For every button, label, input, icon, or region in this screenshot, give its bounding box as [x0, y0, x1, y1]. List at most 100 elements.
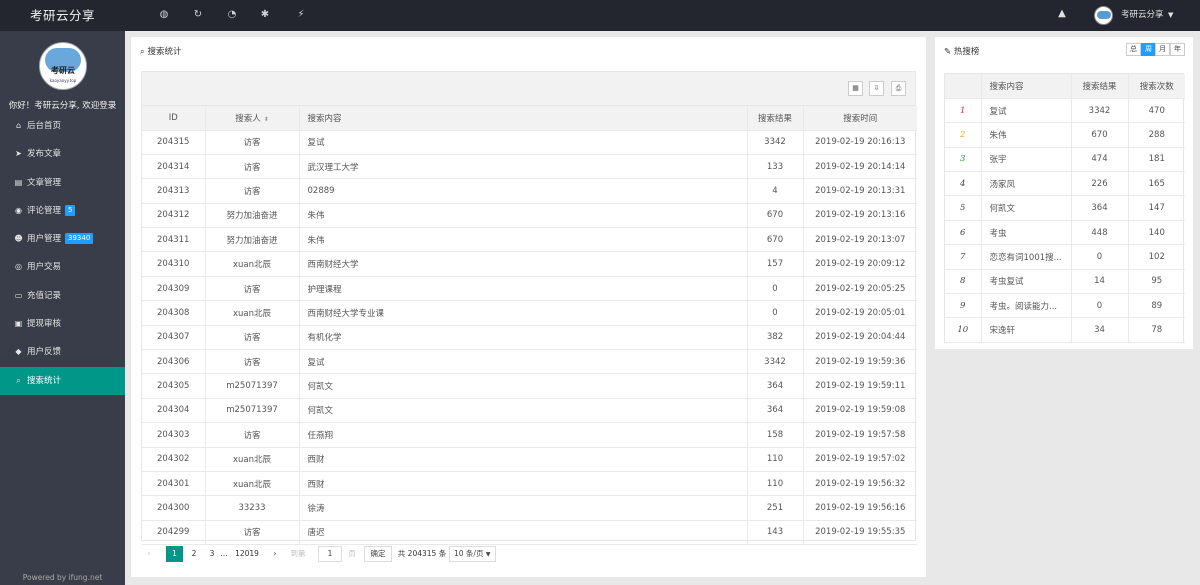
table-row[interactable]: 204315 访客 复试 3342 2019-02-19 20:16:13	[142, 130, 917, 155]
caret-down-icon[interactable]: ▼	[1168, 0, 1173, 31]
avatar[interactable]	[1094, 6, 1113, 25]
cell-time: 2019-02-19 20:14:14	[803, 154, 917, 180]
sort-icon[interactable]: ⬍	[264, 116, 269, 123]
hot-count: 181	[1128, 147, 1185, 173]
cell-time: 2019-02-19 20:13:16	[803, 203, 917, 229]
warning-icon[interactable]: ▲	[1055, 8, 1069, 22]
col-header-result[interactable]: 搜索结果	[747, 106, 804, 131]
table-row[interactable]: 204308 xuan北辰 西南财经大学专业课 0 2019-02-19 20:05:0…	[142, 300, 917, 326]
table-row[interactable]: 204304 m25071397 何凯文 364 2019-02-19 19:59:08	[142, 398, 917, 424]
sidebar-item-3[interactable]: ◉ 评论管理 5	[0, 197, 125, 225]
top-bar: 考研云分享 ◍ ↻ ◔ ✱ ⚡ ▲ 考研云分享 ▼	[0, 0, 1200, 31]
hot-result: 474	[1071, 147, 1129, 173]
logo-subtext: kaoyanyy.top	[49, 78, 77, 83]
goto-page-input[interactable]: 1	[318, 546, 342, 562]
hot-tab-0[interactable]: 总	[1126, 43, 1141, 56]
hot-row[interactable]: 4 汤家凤 226 165	[945, 171, 1185, 197]
cell-user: 访客	[205, 349, 300, 375]
table-row[interactable]: 204314 访客 武汉理工大学 133 2019-02-19 20:14:14	[142, 154, 917, 180]
cell-user: m25071397	[205, 398, 300, 424]
sidebar-item-0[interactable]: ⌂ 后台首页	[0, 112, 125, 140]
page-2[interactable]: 2	[187, 546, 201, 562]
sidebar-item-4[interactable]: ☻ 用户管理 39340	[0, 225, 125, 253]
hot-row[interactable]: 3 张宇 474 181	[945, 147, 1185, 173]
cell-id: 204304	[142, 398, 206, 424]
search-table: ID 搜索人 ⬍ 搜索内容 搜索结果 搜索时间 204315 访客 复试 3342 201…	[142, 106, 917, 546]
bullhorn-icon: ◆	[15, 347, 22, 357]
table-row[interactable]: 204313 访客 02889 4 2019-02-19 20:13:31	[142, 178, 917, 204]
table-row[interactable]: 204310 xuan北辰 西南财经大学 157 2019-02-19 20:09:12	[142, 251, 917, 277]
table-row[interactable]: 204307 访客 有机化学 382 2019-02-19 20:04:44	[142, 325, 917, 351]
goto-confirm-button[interactable]: 确定	[364, 546, 392, 562]
hot-row[interactable]: 9 考虫。阅读能力... 0 89	[945, 293, 1185, 319]
table-row[interactable]: 204309 访客 护理课程 0 2019-02-19 20:05:25	[142, 276, 917, 302]
sidebar-item-7[interactable]: ▣ 提现审核	[0, 310, 125, 338]
sidebar-item-1[interactable]: ➤ 发布文章	[0, 140, 125, 168]
refresh-icon[interactable]: ↻	[191, 8, 205, 22]
cell-user: 努力加油奋进	[205, 227, 300, 253]
globe-icon[interactable]: ◍	[157, 8, 171, 22]
cell-result: 670	[747, 203, 804, 229]
table-toolbar: ▦ ⇩ ⎙	[142, 72, 915, 106]
user-menu-name[interactable]: 考研云分享	[1121, 0, 1164, 31]
next-page-icon[interactable]: ›	[269, 546, 281, 562]
sidebar-item-2[interactable]: ▤ 文章管理	[0, 169, 125, 197]
cell-result: 0	[747, 276, 804, 302]
table-row[interactable]: 204303 访客 任燕翔 158 2019-02-19 19:57:58	[142, 422, 917, 448]
hot-content: 朱伟	[981, 122, 1072, 148]
print-icon[interactable]: ⎙	[891, 81, 906, 96]
col-header-content[interactable]: 搜索内容	[299, 106, 748, 131]
sidebar-item-5[interactable]: ◎ 用户交易	[0, 253, 125, 281]
prev-page-icon[interactable]: ‹	[144, 546, 154, 562]
columns-icon[interactable]: ▦	[848, 81, 863, 96]
brand-title[interactable]: 考研云分享	[0, 0, 125, 31]
table-row[interactable]: 204302 xuan北辰 西财 110 2019-02-19 19:57:02	[142, 447, 917, 472]
hot-col-rank	[945, 74, 982, 99]
cell-content: 何凯文	[299, 373, 748, 399]
page-last[interactable]: 12019	[233, 546, 261, 562]
gear-icon[interactable]: ✱	[258, 8, 272, 22]
sidebar-item-9[interactable]: ⌕ 搜索统计	[0, 366, 125, 395]
col-header-id[interactable]: ID	[142, 106, 206, 131]
table-row[interactable]: 204305 m25071397 何凯文 364 2019-02-19 19:59:11	[142, 373, 917, 399]
cell-content: 西南财经大学	[299, 251, 748, 277]
page-1[interactable]: 1	[166, 546, 183, 562]
sidebar-item-8[interactable]: ◆ 用户反馈	[0, 338, 125, 366]
hot-row[interactable]: 1 复试 3342 470	[945, 98, 1185, 124]
col-header-time[interactable]: 搜索时间	[803, 106, 917, 131]
table-row[interactable]: 204311 努力加油奋进 朱伟 670 2019-02-19 20:13:07	[142, 227, 917, 253]
hot-row[interactable]: 2 朱伟 670 288	[945, 122, 1185, 148]
hot-row[interactable]: 6 考虫 448 140	[945, 220, 1185, 246]
pencil-icon: ✎	[944, 47, 952, 57]
hot-tab-3[interactable]: 年	[1170, 43, 1185, 56]
table-row[interactable]: 204306 访客 复试 3342 2019-02-19 19:59:36	[142, 349, 917, 375]
hot-row[interactable]: 8 考虫复试 14 95	[945, 269, 1185, 295]
hot-tab-2[interactable]: 月	[1155, 43, 1170, 56]
sidebar-item-6[interactable]: ▭ 充值记录	[0, 282, 125, 310]
dashboard-icon[interactable]: ◔	[225, 8, 239, 22]
table-row[interactable]: 204301 xuan北辰 西财 110 2019-02-19 19:56:32	[142, 471, 917, 497]
page-3[interactable]: 3	[205, 546, 219, 562]
hot-row[interactable]: 5 何凯文 364 147	[945, 195, 1185, 221]
col-header-user[interactable]: 搜索人 ⬍	[205, 106, 300, 131]
powered-by[interactable]: Powered by ifung.net	[0, 573, 125, 582]
eye-icon: ◎	[15, 262, 22, 272]
per-page-select[interactable]: 10 条/页 ▼	[449, 546, 496, 562]
table-row[interactable]: 204312 努力加油奋进 朱伟 670 2019-02-19 20:13:16	[142, 203, 917, 229]
hot-tab-1[interactable]: 周	[1141, 43, 1156, 56]
export-icon[interactable]: ⇩	[869, 81, 884, 96]
hot-row[interactable]: 7 恋恋有词1001搜... 0 102	[945, 244, 1185, 270]
hot-row[interactable]: 10 宋逸轩 34 78	[945, 317, 1185, 343]
cell-user: 访客	[205, 178, 300, 204]
cell-user: 努力加油奋进	[205, 203, 300, 229]
cell-content: 武汉理工大学	[299, 154, 748, 180]
cell-time: 2019-02-19 20:05:25	[803, 276, 917, 302]
sidebar-item-label: 用户反馈	[27, 347, 62, 358]
plug-icon[interactable]: ⚡	[294, 8, 308, 22]
table-row[interactable]: 204299 访客 唐迟 143 2019-02-19 19:55:35	[142, 520, 917, 546]
cell-time: 2019-02-19 20:04:44	[803, 325, 917, 351]
count-badge: 39340	[65, 233, 94, 245]
table-row[interactable]: 204300 33233 徐涛 251 2019-02-19 19:56:16	[142, 495, 917, 521]
hot-title: ✎ 热搜榜	[944, 45, 979, 57]
hot-content: 复试	[981, 98, 1072, 124]
